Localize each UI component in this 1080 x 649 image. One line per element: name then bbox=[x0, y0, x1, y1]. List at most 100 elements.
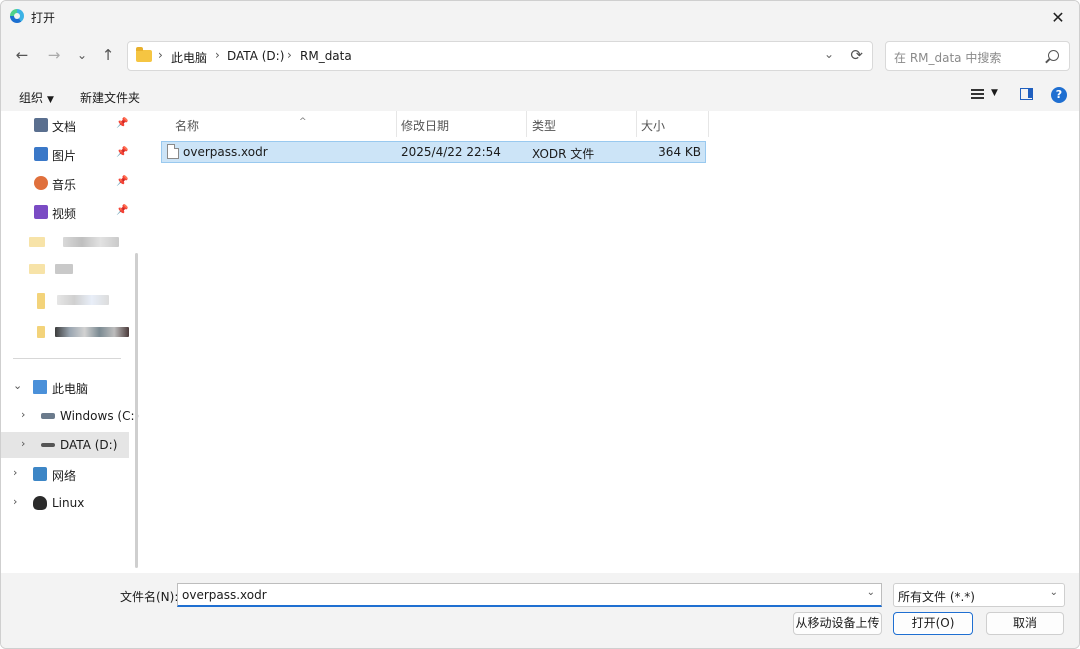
title-bar: 打开 ✕ bbox=[1, 1, 1079, 33]
chevron-down-icon[interactable]: ⌄ bbox=[13, 379, 22, 392]
sidebar-item-music[interactable]: 音乐 📌 bbox=[1, 170, 129, 196]
chevron-right-icon[interactable]: › bbox=[21, 408, 25, 421]
network-icon bbox=[33, 467, 47, 481]
breadcrumb-separator: › bbox=[215, 48, 220, 62]
back-button[interactable]: ← bbox=[11, 45, 33, 65]
sidebar-item-label: 图片 bbox=[52, 149, 77, 163]
breadcrumb-data-drive[interactable]: DATA (D:) bbox=[227, 49, 284, 63]
open-button[interactable]: 打开(O) bbox=[893, 612, 973, 635]
caret-down-icon: ▼ bbox=[47, 95, 54, 105]
address-bar[interactable]: › 此电脑 › DATA (D:) › RM_data ⌄ ⟳ bbox=[127, 41, 873, 71]
sidebar-item-this-pc[interactable]: ⌄ 此电脑 bbox=[1, 374, 129, 400]
open-file-dialog: 打开 ✕ ← → ⌄ ↑ › 此电脑 › DATA (D:) › RM_data… bbox=[0, 0, 1080, 649]
upload-from-mobile-button[interactable]: 从移动设备上传 bbox=[793, 612, 882, 635]
file-type: XODR 文件 bbox=[532, 147, 595, 161]
column-header-size[interactable]: 大小 bbox=[637, 111, 707, 137]
sidebar-item-network[interactable]: › 网络 bbox=[1, 461, 129, 487]
preview-pane-icon[interactable] bbox=[1020, 88, 1033, 100]
sidebar-item-label: DATA (D:) bbox=[60, 438, 118, 452]
pin-icon: 📌 bbox=[116, 147, 129, 158]
search-box[interactable]: 在 RM_data 中搜索 bbox=[885, 41, 1070, 71]
column-header-modified[interactable]: 修改日期 bbox=[397, 111, 527, 137]
blurred-block bbox=[37, 293, 45, 309]
linux-icon bbox=[33, 496, 47, 510]
blurred-block bbox=[63, 237, 119, 247]
blurred-block bbox=[29, 264, 45, 274]
navigation-pane: 文档 📌 图片 📌 音乐 📌 视频 📌 ⌄ 此电脑 › Windows (C:)… bbox=[1, 111, 141, 573]
pin-icon: 📌 bbox=[116, 118, 129, 129]
command-bar: 组织 ▼ 新建文件夹 ▼ ? bbox=[1, 79, 1079, 111]
folder-icon bbox=[136, 47, 152, 62]
pc-icon bbox=[33, 380, 47, 394]
chevron-right-icon[interactable]: › bbox=[13, 495, 17, 508]
pictures-icon bbox=[34, 147, 48, 161]
file-type-select[interactable]: 所有文件 (*.*) ⌄ bbox=[893, 583, 1065, 607]
drive-c-icon bbox=[41, 413, 55, 419]
sort-ascending-icon: ^ bbox=[299, 117, 307, 127]
chevron-right-icon[interactable]: › bbox=[21, 437, 25, 450]
pin-icon: 📌 bbox=[116, 205, 129, 216]
sidebar-item-label: Linux bbox=[52, 496, 85, 510]
blurred-block bbox=[55, 327, 129, 337]
close-button[interactable]: ✕ bbox=[1035, 1, 1079, 33]
column-header-label: 类型 bbox=[532, 119, 557, 133]
document-icon bbox=[34, 118, 48, 132]
column-divider[interactable] bbox=[708, 111, 709, 137]
breadcrumb-this-pc[interactable]: 此电脑 bbox=[171, 49, 207, 66]
sidebar-item-videos[interactable]: 视频 📌 bbox=[1, 199, 129, 225]
dialog-title: 打开 bbox=[31, 11, 56, 25]
column-header-label: 名称 bbox=[175, 119, 200, 133]
up-button[interactable]: ↑ bbox=[97, 45, 119, 65]
sidebar-item-linux[interactable]: › Linux bbox=[1, 490, 129, 516]
organize-label: 组织 bbox=[19, 91, 44, 105]
sidebar-item-label: 音乐 bbox=[52, 178, 77, 192]
pin-icon: 📌 bbox=[116, 176, 129, 187]
search-placeholder: 在 RM_data 中搜索 bbox=[894, 51, 1002, 65]
sidebar-item-label: 此电脑 bbox=[52, 382, 89, 396]
blurred-block bbox=[57, 295, 109, 305]
file-type-value: 所有文件 (*.*) bbox=[898, 590, 975, 604]
blurred-block bbox=[55, 264, 73, 274]
bottom-bar: 文件名(N): overpass.xodr ⌄ 所有文件 (*.*) ⌄ 从移动… bbox=[1, 573, 1079, 648]
sidebar-scrollbar[interactable] bbox=[135, 253, 138, 568]
video-icon bbox=[34, 205, 48, 219]
refresh-icon[interactable]: ⟳ bbox=[850, 46, 863, 64]
organize-button[interactable]: 组织 ▼ bbox=[19, 89, 54, 106]
new-folder-button[interactable]: 新建文件夹 bbox=[80, 89, 140, 106]
chevron-down-icon: ⌄ bbox=[1049, 587, 1058, 598]
sidebar-item-label: 文档 bbox=[52, 120, 77, 134]
filename-value: overpass.xodr bbox=[182, 588, 267, 602]
cancel-button[interactable]: 取消 bbox=[986, 612, 1064, 635]
sidebar-item-windows-c[interactable]: › Windows (C:) bbox=[1, 403, 139, 429]
drive-d-icon bbox=[41, 443, 55, 447]
column-header-name[interactable]: 名称 ^ bbox=[161, 111, 397, 137]
navigation-bar: ← → ⌄ ↑ › 此电脑 › DATA (D:) › RM_data ⌄ ⟳ … bbox=[1, 33, 1079, 79]
sidebar-item-pictures[interactable]: 图片 📌 bbox=[1, 141, 129, 167]
sidebar-item-label: 视频 bbox=[52, 207, 77, 221]
help-icon[interactable]: ? bbox=[1051, 87, 1067, 103]
filename-label: 文件名(N): bbox=[120, 590, 179, 604]
recent-locations-button[interactable]: ⌄ bbox=[71, 45, 93, 65]
column-header-label: 大小 bbox=[641, 119, 666, 133]
file-list: 名称 ^ 修改日期 类型 大小 overpass.xodr 2025/4/22 … bbox=[141, 111, 1079, 573]
breadcrumb-separator: › bbox=[287, 48, 292, 62]
file-name: overpass.xodr bbox=[183, 145, 268, 159]
filename-input[interactable]: overpass.xodr ⌄ bbox=[177, 583, 882, 607]
file-row[interactable]: overpass.xodr 2025/4/22 22:54 XODR 文件 36… bbox=[161, 141, 706, 163]
breadcrumb-rm-data[interactable]: RM_data bbox=[300, 49, 352, 63]
forward-button[interactable]: → bbox=[43, 45, 65, 65]
column-header-type[interactable]: 类型 bbox=[527, 111, 637, 137]
sidebar-item-documents[interactable]: 文档 📌 bbox=[1, 112, 129, 138]
chevron-down-icon[interactable]: ⌄ bbox=[867, 587, 875, 598]
sidebar-item-data-d[interactable]: › DATA (D:) bbox=[1, 432, 129, 458]
sidebar-item-label: Windows (C:) bbox=[60, 409, 140, 423]
file-size: 364 KB bbox=[658, 145, 701, 159]
chevron-down-icon[interactable]: ⌄ bbox=[824, 47, 834, 61]
view-list-icon[interactable] bbox=[971, 89, 984, 99]
search-icon[interactable] bbox=[1048, 50, 1059, 61]
file-modified: 2025/4/22 22:54 bbox=[401, 145, 501, 159]
caret-down-icon[interactable]: ▼ bbox=[991, 88, 998, 98]
edge-browser-icon bbox=[10, 9, 24, 23]
chevron-right-icon[interactable]: › bbox=[13, 466, 17, 479]
blurred-block bbox=[29, 237, 45, 247]
